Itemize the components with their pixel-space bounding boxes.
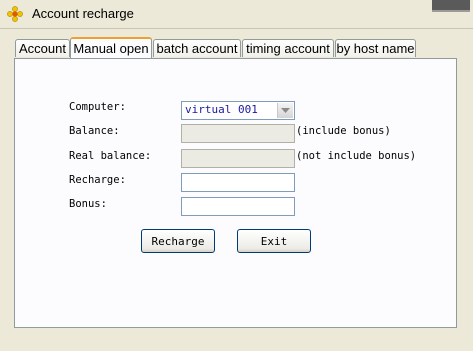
app-icon [7,6,23,22]
computer-label: Computer: [69,101,126,113]
window-controls[interactable] [429,0,473,14]
chevron-down-icon [281,108,290,113]
tab-manual-open[interactable]: Manual open [70,37,152,58]
recharge-label: Recharge: [69,174,126,186]
account-recharge-window: Account recharge Account Manual open bat… [0,0,473,351]
balance-field [181,124,295,143]
recharge-button[interactable]: Recharge [141,229,215,253]
dropdown-button[interactable] [277,103,293,118]
tab-batch-account[interactable]: batch account [153,39,241,57]
tab-timing-account[interactable]: timing account [242,39,334,57]
balance-note: (include bonus) [296,125,391,137]
recharge-input[interactable] [181,173,295,192]
computer-select-value: virtual 001 [185,103,258,116]
bonus-label: Bonus: [69,198,107,210]
title-bar[interactable]: Account recharge [0,0,473,28]
real-balance-note: (not include bonus) [296,150,417,162]
computer-select[interactable]: virtual 001 [181,101,295,120]
real-balance-field [181,149,295,168]
tab-by-host-name[interactable]: by host name [335,39,416,57]
close-button[interactable] [432,0,470,12]
bonus-input[interactable] [181,197,295,216]
title-separator [0,28,473,29]
exit-button[interactable]: Exit [237,229,311,253]
real-balance-label: Real balance: [69,150,152,162]
balance-label: Balance: [69,125,120,137]
manual-open-panel: Computer: virtual 001 Balance: (include … [14,58,457,328]
window-title: Account recharge [32,6,134,21]
tab-account[interactable]: Account [15,39,70,57]
